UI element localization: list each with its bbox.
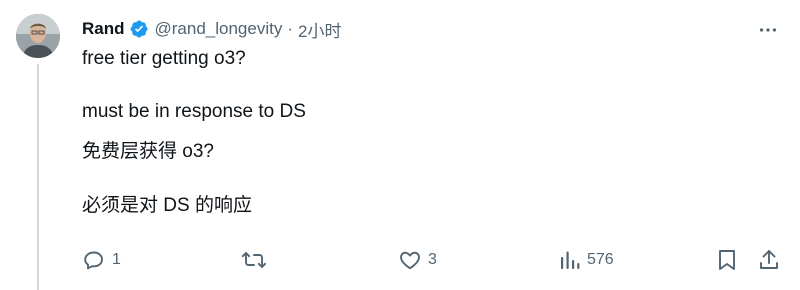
views-icon <box>559 248 581 272</box>
author-handle[interactable]: @rand_longevity <box>155 19 283 39</box>
tweet-line: must be in response to DS <box>82 101 306 122</box>
tweet-line: 免费层获得 o3? <box>82 141 214 162</box>
share-button[interactable] <box>758 246 780 274</box>
verified-badge-icon <box>129 19 149 39</box>
views-button[interactable]: 576 <box>559 246 614 274</box>
reply-icon <box>82 248 106 272</box>
views-count: 576 <box>587 251 614 268</box>
tweet-line: free tier getting o3? <box>82 48 246 69</box>
retweet-icon <box>241 248 267 272</box>
reply-count: 1 <box>112 251 121 268</box>
timestamp[interactable]: 2小时 <box>298 17 341 42</box>
avatar[interactable] <box>16 14 60 58</box>
tweet-header: Rand @rand_longevity · 2小时 <box>82 17 341 41</box>
bookmark-icon <box>716 248 738 272</box>
retweet-button[interactable] <box>241 246 273 274</box>
tweet-line: 必须是对 DS 的响应 <box>82 195 252 216</box>
author-name[interactable]: Rand <box>82 19 125 39</box>
like-count: 3 <box>428 251 437 268</box>
bookmark-button[interactable] <box>716 246 738 274</box>
like-button[interactable]: 3 <box>398 246 437 274</box>
share-icon <box>758 248 780 272</box>
like-icon <box>398 248 422 272</box>
action-bar: 1 3 576 <box>0 246 800 274</box>
more-options-icon[interactable] <box>756 18 780 42</box>
separator-dot: · <box>287 19 294 38</box>
avatar-image <box>16 14 60 58</box>
tweet-card[interactable]: Rand @rand_longevity · 2小时 free tier get… <box>0 0 800 290</box>
reply-button[interactable]: 1 <box>82 246 121 274</box>
